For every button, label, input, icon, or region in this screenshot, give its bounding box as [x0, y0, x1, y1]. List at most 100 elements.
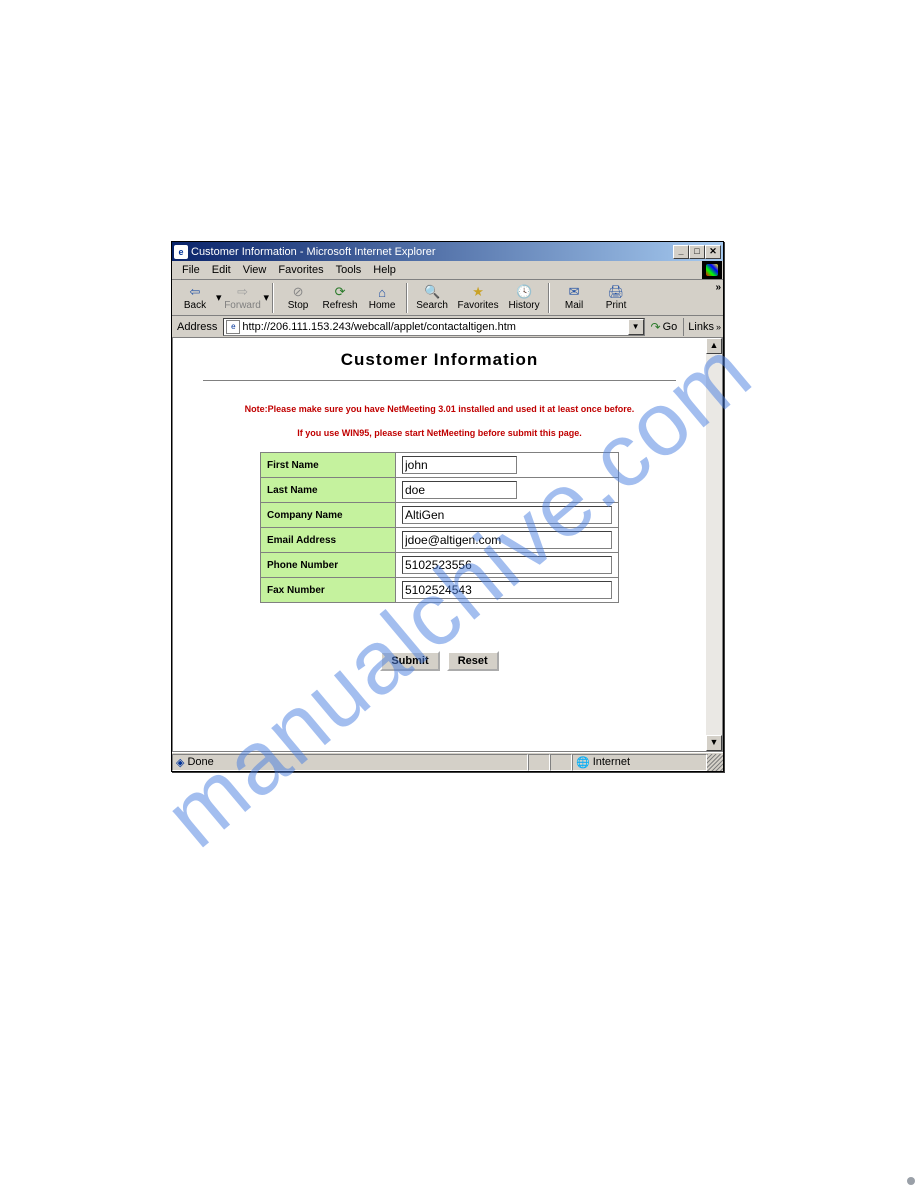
- history-label: History: [509, 300, 540, 311]
- status-text-pane: ◈ Done: [172, 754, 528, 771]
- page-icon: e: [226, 320, 240, 334]
- stop-icon: ⊘: [289, 284, 307, 300]
- toolbar: ⇦ Back ▾ ⇨ Forward ▾ ⊘ Stop ⟳ Refresh ⌂ …: [172, 280, 723, 316]
- links-label: Links: [688, 321, 714, 333]
- maximize-button[interactable]: □: [689, 245, 705, 259]
- forward-arrow-icon: ⇨: [234, 284, 252, 300]
- status-text: Done: [187, 756, 213, 768]
- refresh-icon: ⟳: [331, 284, 349, 300]
- toolbar-separator: [406, 283, 408, 313]
- toolbar-overflow[interactable]: »: [715, 282, 721, 293]
- go-button[interactable]: ↷ Go: [648, 320, 681, 334]
- ie-icon: e: [174, 245, 188, 259]
- close-button[interactable]: ✕: [705, 245, 721, 259]
- status-pane-3: [550, 754, 572, 771]
- scroll-up-button[interactable]: ▲: [706, 338, 722, 354]
- row-phone: Phone Number: [261, 553, 619, 578]
- favorites-button[interactable]: ★ Favorites: [453, 281, 503, 315]
- address-field[interactable]: e ▼: [223, 318, 644, 336]
- throbber-icon: [702, 261, 722, 279]
- stop-label: Stop: [288, 300, 309, 311]
- note-line-2: If you use WIN95, please start NetMeetin…: [193, 428, 686, 438]
- submit-button[interactable]: Submit: [380, 651, 439, 671]
- mail-button[interactable]: ✉ Mail: [553, 281, 595, 315]
- page-heading: Customer Information: [193, 350, 686, 370]
- email-input[interactable]: [402, 531, 612, 549]
- go-label: Go: [663, 321, 678, 333]
- links-toolbar[interactable]: Links »: [683, 318, 721, 336]
- search-button[interactable]: 🔍 Search: [411, 281, 453, 315]
- print-icon: 🖨: [607, 284, 625, 300]
- company-input[interactable]: [402, 506, 612, 524]
- fax-input[interactable]: [402, 581, 612, 599]
- menu-edit[interactable]: Edit: [206, 262, 237, 278]
- search-label: Search: [416, 300, 448, 311]
- row-email: Email Address: [261, 528, 619, 553]
- form-actions: Submit Reset: [193, 651, 686, 671]
- customer-form-table: First Name Last Name Company Name Email …: [260, 452, 619, 603]
- address-label: Address: [174, 321, 220, 333]
- forward-label: Forward: [224, 300, 261, 311]
- row-fax: Fax Number: [261, 578, 619, 603]
- company-label: Company Name: [261, 503, 396, 528]
- refresh-label: Refresh: [323, 300, 358, 311]
- row-last-name: Last Name: [261, 478, 619, 503]
- resize-grip[interactable]: [707, 754, 723, 771]
- back-arrow-icon: ⇦: [186, 284, 204, 300]
- forward-dropdown[interactable]: ▾: [264, 291, 270, 304]
- search-icon: 🔍: [423, 284, 441, 300]
- go-icon: ↷: [651, 320, 661, 334]
- refresh-button[interactable]: ⟳ Refresh: [319, 281, 361, 315]
- vertical-scrollbar[interactable]: ▲ ▼: [706, 338, 722, 751]
- first-name-label: First Name: [261, 453, 396, 478]
- phone-input[interactable]: [402, 556, 612, 574]
- mail-icon: ✉: [565, 284, 583, 300]
- page-corner-dot: [907, 1177, 915, 1185]
- home-icon: ⌂: [373, 284, 391, 300]
- scroll-track[interactable]: [706, 354, 722, 735]
- menu-tools[interactable]: Tools: [330, 262, 368, 278]
- last-name-input[interactable]: [402, 481, 517, 499]
- mail-label: Mail: [565, 300, 583, 311]
- print-button[interactable]: 🖨 Print: [595, 281, 637, 315]
- history-button[interactable]: 🕓 History: [503, 281, 545, 315]
- home-button[interactable]: ⌂ Home: [361, 281, 403, 315]
- back-button[interactable]: ⇦ Back: [174, 281, 216, 315]
- menu-favorites[interactable]: Favorites: [272, 262, 329, 278]
- zone-text: Internet: [593, 756, 630, 768]
- divider: [203, 380, 676, 382]
- row-company: Company Name: [261, 503, 619, 528]
- email-label: Email Address: [261, 528, 396, 553]
- statusbar: ◈ Done 🌐 Internet: [172, 752, 723, 771]
- favorites-icon: ★: [469, 284, 487, 300]
- titlebar: e Customer Information - Microsoft Inter…: [172, 242, 723, 261]
- address-dropdown[interactable]: ▼: [628, 319, 644, 335]
- addressbar: Address e ▼ ↷ Go Links »: [172, 316, 723, 338]
- browser-window: e Customer Information - Microsoft Inter…: [171, 241, 724, 772]
- home-label: Home: [369, 300, 396, 311]
- status-pane-2: [528, 754, 550, 771]
- menubar: File Edit View Favorites Tools Help: [172, 261, 723, 280]
- menu-view[interactable]: View: [237, 262, 273, 278]
- done-icon: ◈: [176, 756, 184, 769]
- favorites-label: Favorites: [458, 300, 499, 311]
- reset-button[interactable]: Reset: [447, 651, 499, 671]
- print-label: Print: [606, 300, 627, 311]
- first-name-input[interactable]: [402, 456, 517, 474]
- security-zone-pane: 🌐 Internet: [572, 754, 707, 771]
- row-first-name: First Name: [261, 453, 619, 478]
- window-title: Customer Information - Microsoft Interne…: [191, 246, 673, 258]
- last-name-label: Last Name: [261, 478, 396, 503]
- address-input[interactable]: [242, 321, 627, 333]
- toolbar-separator: [548, 283, 550, 313]
- internet-zone-icon: 🌐: [576, 756, 590, 769]
- toolbar-separator: [272, 283, 274, 313]
- phone-label: Phone Number: [261, 553, 396, 578]
- minimize-button[interactable]: _: [673, 245, 689, 259]
- stop-button[interactable]: ⊘ Stop: [277, 281, 319, 315]
- menu-help[interactable]: Help: [367, 262, 402, 278]
- scroll-down-button[interactable]: ▼: [706, 735, 722, 751]
- fax-label: Fax Number: [261, 578, 396, 603]
- menu-file[interactable]: File: [176, 262, 206, 278]
- forward-button[interactable]: ⇨ Forward: [222, 281, 264, 315]
